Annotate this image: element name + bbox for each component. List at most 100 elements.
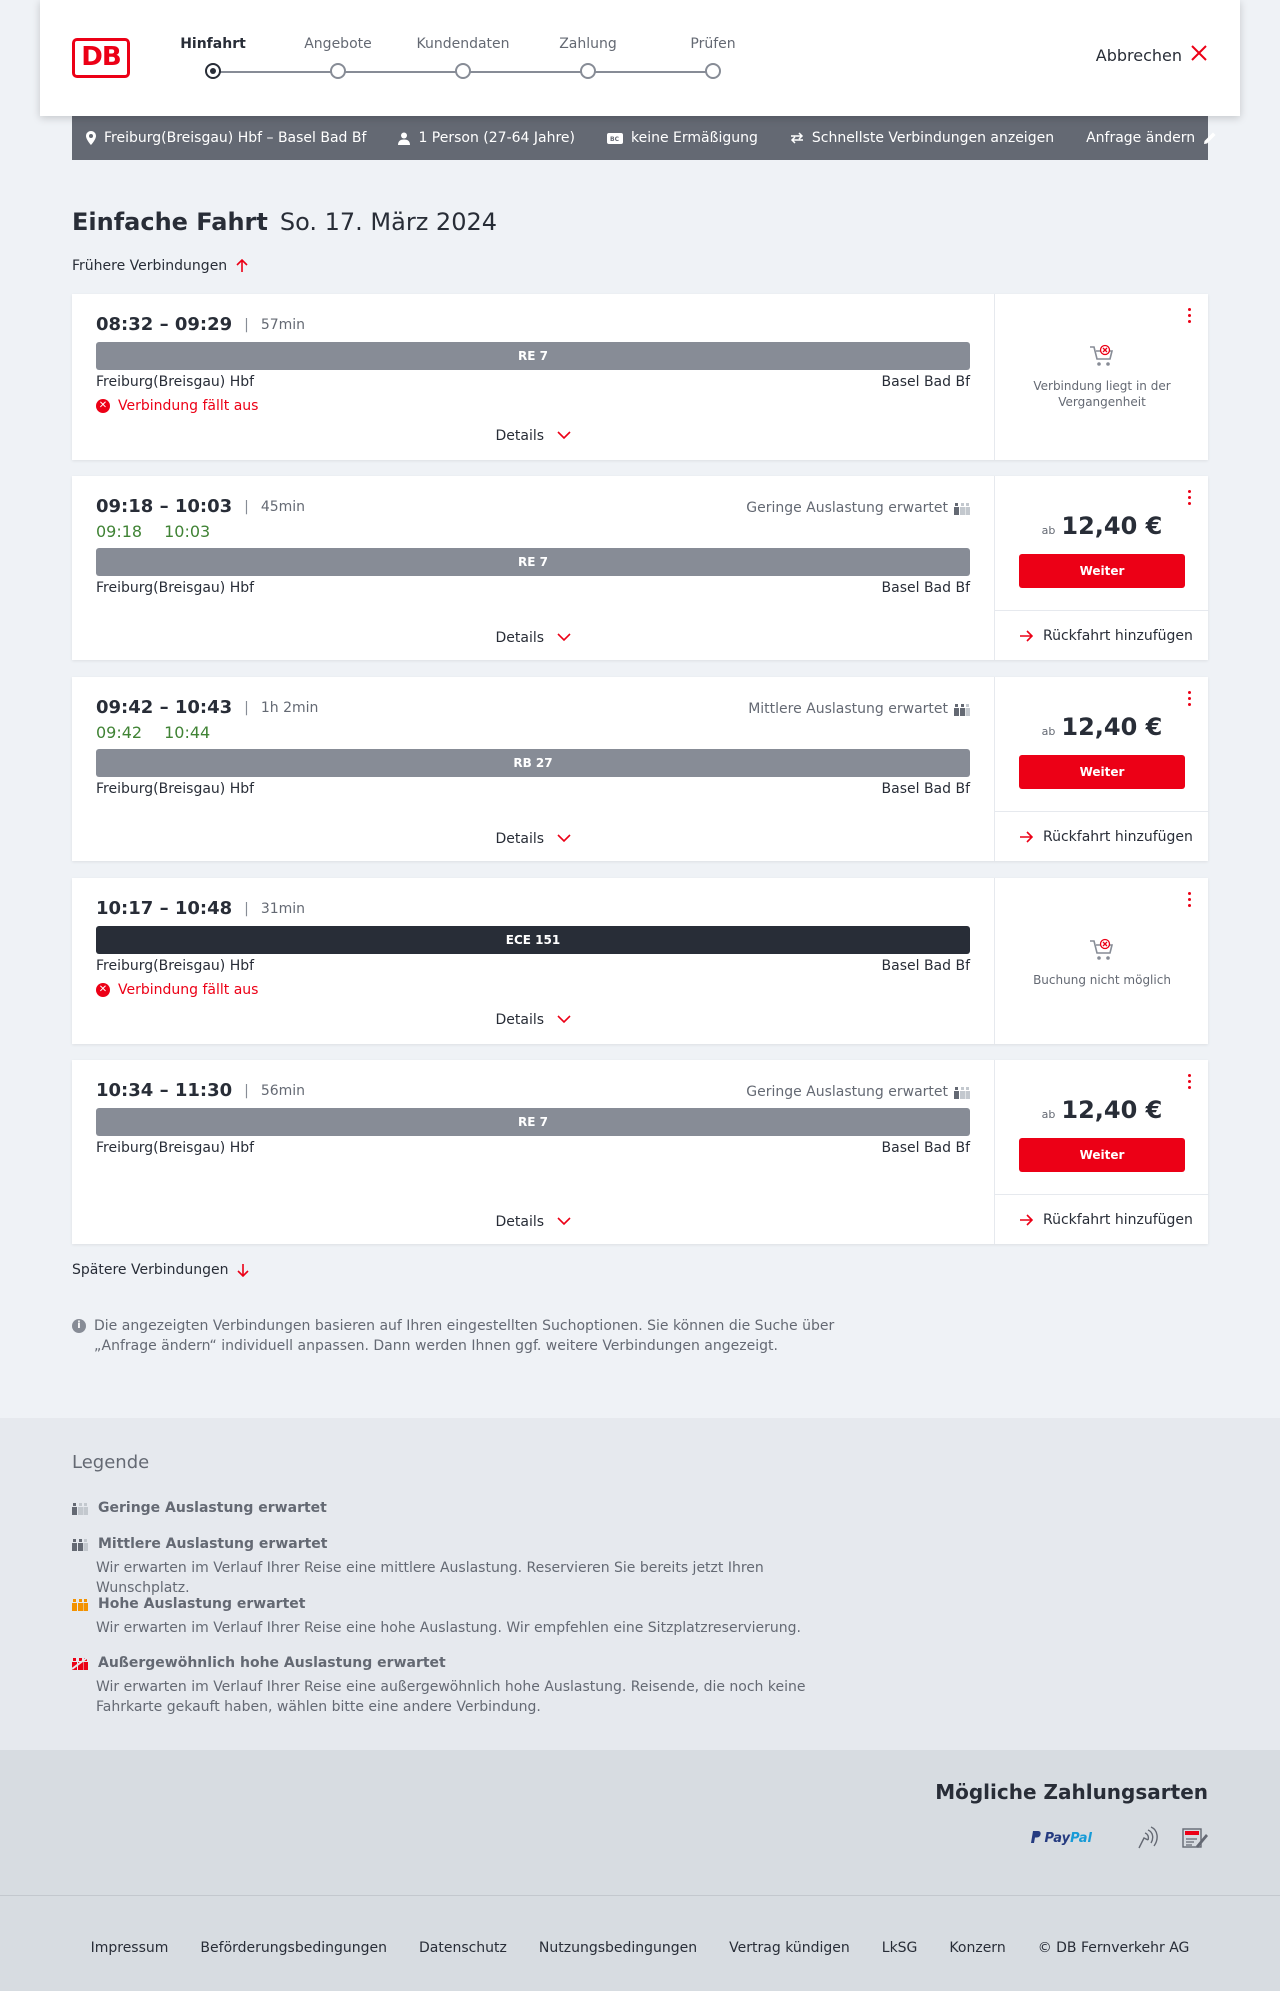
- svg-text:BC: BC: [610, 136, 620, 143]
- chevron-down-icon: [556, 834, 571, 843]
- continue-button[interactable]: Weiter: [1019, 554, 1185, 588]
- load-medium-icon: [72, 1539, 88, 1551]
- more-options-icon[interactable]: [1186, 308, 1192, 326]
- connection-times-row: 08:32 – 09:29 | 57min: [96, 314, 305, 335]
- step-dot: [705, 63, 721, 79]
- arrow-up-icon: [236, 259, 248, 272]
- db-logo[interactable]: DB: [72, 38, 130, 78]
- details-toggle[interactable]: Details: [96, 1012, 970, 1028]
- add-return-button[interactable]: Rückfahrt hinzufügen: [995, 610, 1209, 660]
- more-options-icon[interactable]: [1186, 1074, 1192, 1092]
- step-label: Hinfahrt: [180, 36, 246, 52]
- connection-duration: 1h 2min: [260, 699, 319, 716]
- details-toggle[interactable]: Details: [96, 428, 970, 444]
- details-toggle[interactable]: Details: [96, 1214, 970, 1230]
- connection-times-row: 10:34 – 11:30 | 56min: [96, 1080, 305, 1101]
- more-options-icon[interactable]: [1186, 892, 1192, 910]
- route-text: Freiburg(Breisgau) Hbf – Basel Bad Bf: [104, 130, 367, 146]
- continue-button[interactable]: Weiter: [1019, 1138, 1185, 1172]
- load-exceptional-icon: [72, 1656, 88, 1670]
- separator: |: [244, 900, 249, 917]
- paypal-text-b: Pal: [1070, 1830, 1092, 1846]
- add-return-label: Rückfahrt hinzufügen: [1043, 828, 1193, 845]
- load-indicator: Mittlere Auslastung erwartet: [748, 701, 970, 717]
- connection-duration: 57min: [260, 316, 306, 333]
- discount-text: keine Ermäßigung: [631, 130, 758, 146]
- search-summary-bar: Freiburg(Breisgau) Hbf – Basel Bad Bf 1 …: [72, 116, 1216, 160]
- connection-main: 10:17 – 10:48 | 31min ECE 151 Freiburg(B…: [96, 878, 970, 1044]
- cart-unavailable-icon: [1090, 344, 1114, 366]
- step-label: Kundendaten: [416, 36, 510, 52]
- discount-summary: BC keine Ermäßigung: [607, 130, 758, 146]
- load-high-icon: [72, 1599, 88, 1611]
- paypal-icon: [1030, 1830, 1041, 1843]
- footer-link-vertrag-kuendigen[interactable]: Vertrag kündigen: [729, 1940, 850, 1956]
- add-return-button[interactable]: Rückfahrt hinzufügen: [995, 811, 1209, 861]
- step-kundendaten: Kundendaten: [403, 34, 523, 79]
- details-toggle[interactable]: Details: [96, 630, 970, 646]
- load-low-icon: [954, 503, 970, 515]
- load-text: Geringe Auslastung erwartet: [746, 1084, 948, 1100]
- later-connections-link[interactable]: Spätere Verbindungen: [72, 1262, 250, 1278]
- add-return-button[interactable]: Rückfahrt hinzufügen: [995, 1194, 1209, 1244]
- connection-times-row: 09:18 – 10:03 | 45min: [96, 496, 305, 517]
- legend-title: Legende: [72, 1452, 150, 1473]
- footer-link-lksg[interactable]: LkSG: [882, 1940, 918, 1956]
- legend-item-label: Mittlere Auslastung erwartet: [98, 1536, 328, 1552]
- train-bar[interactable]: RE 7: [96, 1108, 970, 1136]
- details-label: Details: [495, 1012, 545, 1028]
- arrow-right-icon: [1020, 1213, 1033, 1226]
- footer-link-nutzungsbedingungen[interactable]: Nutzungsbedingungen: [539, 1940, 697, 1956]
- close-icon: [1190, 44, 1208, 67]
- step-zahlung: Zahlung: [528, 34, 648, 79]
- train-bar[interactable]: RE 7: [96, 342, 970, 370]
- earlier-connections-link[interactable]: Frühere Verbindungen: [72, 258, 249, 274]
- connection-duration: 56min: [260, 1082, 306, 1099]
- step-dot: [580, 63, 596, 79]
- continue-button[interactable]: Weiter: [1019, 755, 1185, 789]
- separator: |: [244, 498, 249, 515]
- price: ab 12,40 €: [995, 512, 1209, 540]
- details-toggle[interactable]: Details: [96, 831, 970, 847]
- footer-link-konzern[interactable]: Konzern: [949, 1940, 1005, 1956]
- connection-times-row: 10:17 – 10:48 | 31min: [96, 898, 305, 919]
- connection-main: 09:42 – 10:43 | 1h 2min Mittlere Auslast…: [96, 677, 970, 861]
- separator: |: [244, 1082, 249, 1099]
- train-bar[interactable]: RB 27: [96, 749, 970, 777]
- load-indicator: Geringe Auslastung erwartet: [746, 500, 970, 516]
- add-return-label: Rückfahrt hinzufügen: [1043, 627, 1193, 644]
- from-station: Freiburg(Breisgau) Hbf: [96, 580, 255, 596]
- from-station: Freiburg(Breisgau) Hbf: [96, 781, 255, 797]
- train-bar[interactable]: RE 7: [96, 548, 970, 576]
- payment-methods-section: Mögliche Zahlungsarten PayPal: [0, 1750, 1280, 1895]
- paypal-text-a: Pay: [1044, 1830, 1071, 1846]
- cancel-button[interactable]: Abbrechen: [1096, 44, 1208, 67]
- edit-request-button[interactable]: Anfrage ändern: [1086, 130, 1217, 146]
- train-bar[interactable]: ECE 151: [96, 926, 970, 954]
- footer-link-befoerderungsbedingungen[interactable]: Beförderungsbedingungen: [200, 1940, 387, 1956]
- step-dot: [455, 63, 471, 79]
- contactless-payment-icon: [1138, 1826, 1158, 1849]
- traveler-summary: 1 Person (27-64 Jahre): [398, 130, 575, 146]
- step-pruefen: Prüfen: [653, 34, 773, 79]
- realtime-arrival: 10:44: [164, 723, 211, 742]
- connection-duration: 45min: [260, 498, 306, 515]
- legend-item-head: Außergewöhnlich hohe Auslastung erwartet: [72, 1653, 852, 1673]
- to-station: Basel Bad Bf: [881, 1140, 970, 1156]
- edit-request-label: Anfrage ändern: [1086, 130, 1196, 146]
- travel-date: So. 17. März 2024: [279, 208, 498, 236]
- connection-side: ab 12,40 € Weiter Rückfahrt hinzufügen: [994, 1060, 1209, 1244]
- price: ab 12,40 €: [995, 713, 1209, 741]
- footer-link-impressum[interactable]: Impressum: [91, 1940, 169, 1956]
- info-text: Die angezeigten Verbindungen basieren au…: [94, 1318, 835, 1354]
- connection-card: 10:17 – 10:48 | 31min ECE 151 Freiburg(B…: [72, 878, 1208, 1044]
- more-options-icon[interactable]: [1186, 490, 1192, 508]
- footer-link-datenschutz[interactable]: Datenschutz: [419, 1940, 507, 1956]
- later-label: Spätere Verbindungen: [72, 1262, 229, 1278]
- more-options-icon[interactable]: [1186, 691, 1192, 709]
- cancelled-notice: ✕ Verbindung fällt aus: [96, 982, 258, 998]
- connection-card: 09:18 – 10:03 | 45min Geringe Auslastung…: [72, 476, 1209, 660]
- swap-arrows-icon: [790, 132, 803, 144]
- realtime-arrival: 10:03: [164, 522, 211, 541]
- arrow-right-icon: [1020, 629, 1033, 642]
